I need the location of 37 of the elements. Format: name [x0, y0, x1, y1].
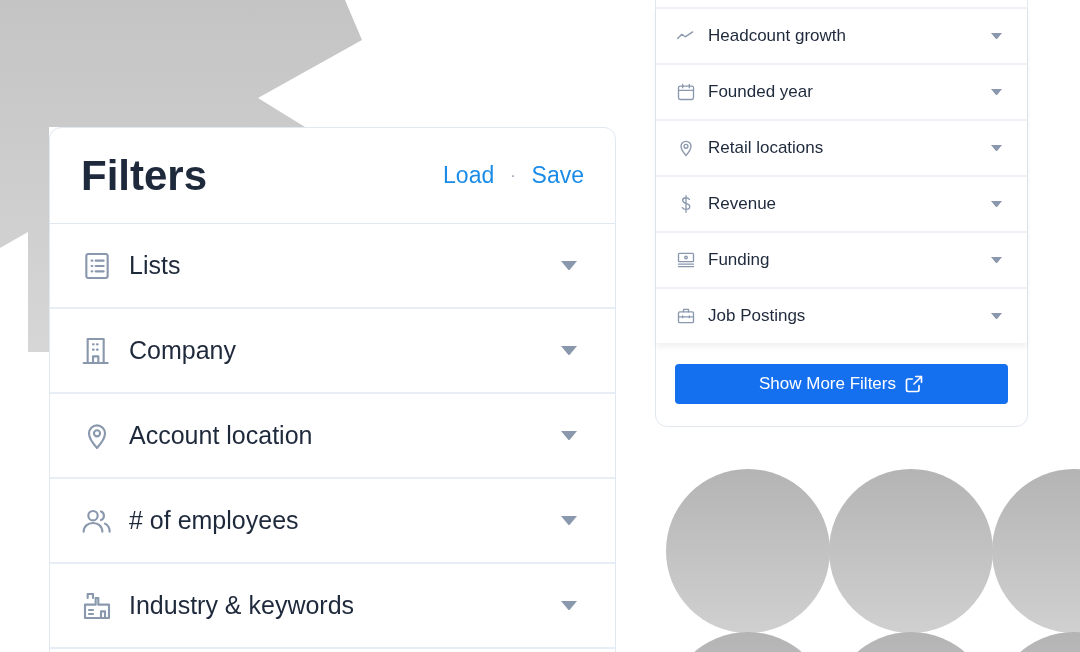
filter-dropdown[interactable]: Retail locations [656, 119, 1027, 175]
briefcase-icon [676, 306, 696, 326]
caret-icon [561, 345, 577, 356]
calendar-icon [676, 82, 696, 102]
caret-icon [991, 88, 1002, 96]
filter-label: Headcount growth [708, 25, 847, 48]
filter-label: Founded year [708, 81, 814, 104]
caret-icon [561, 430, 577, 441]
caret-icon [991, 256, 1002, 264]
filter-label: Retail locations [708, 137, 825, 160]
panel-title: Filters [81, 151, 208, 201]
caret-icon [991, 200, 1002, 208]
filter-dropdown[interactable]: Founded year [656, 63, 1027, 119]
filter-label: Industry & keywords [129, 589, 356, 621]
caret-icon [991, 32, 1002, 40]
load-link[interactable]: Load [443, 158, 495, 193]
filter-label: Revenue [708, 193, 778, 216]
separator-dot: · [510, 165, 516, 186]
show-more-filters-button[interactable]: Show More Filters [675, 364, 1008, 404]
caret-icon [991, 144, 1002, 152]
filter-label: Account location [129, 419, 314, 451]
caret-icon [561, 600, 577, 611]
filter-label: Lists [129, 249, 182, 281]
filter-dropdown[interactable]: Headcount growth [656, 7, 1027, 63]
banknote-icon [676, 250, 696, 270]
filter-label: Job Postings [708, 305, 807, 328]
filter-dropdown[interactable]: Revenue [656, 175, 1027, 231]
external-link-icon [904, 374, 924, 394]
filter-label: Funding [708, 249, 771, 272]
caret-icon [991, 312, 1002, 320]
caret-icon [561, 515, 577, 526]
filter-dropdown[interactable]: Job Postings [656, 287, 1027, 343]
filter-dropdown[interactable]: Funding [656, 231, 1027, 287]
filter-label: # of employees [129, 504, 300, 536]
caret-icon [561, 260, 577, 271]
filter-label: Company [129, 334, 237, 366]
save-link[interactable]: Save [531, 158, 584, 193]
